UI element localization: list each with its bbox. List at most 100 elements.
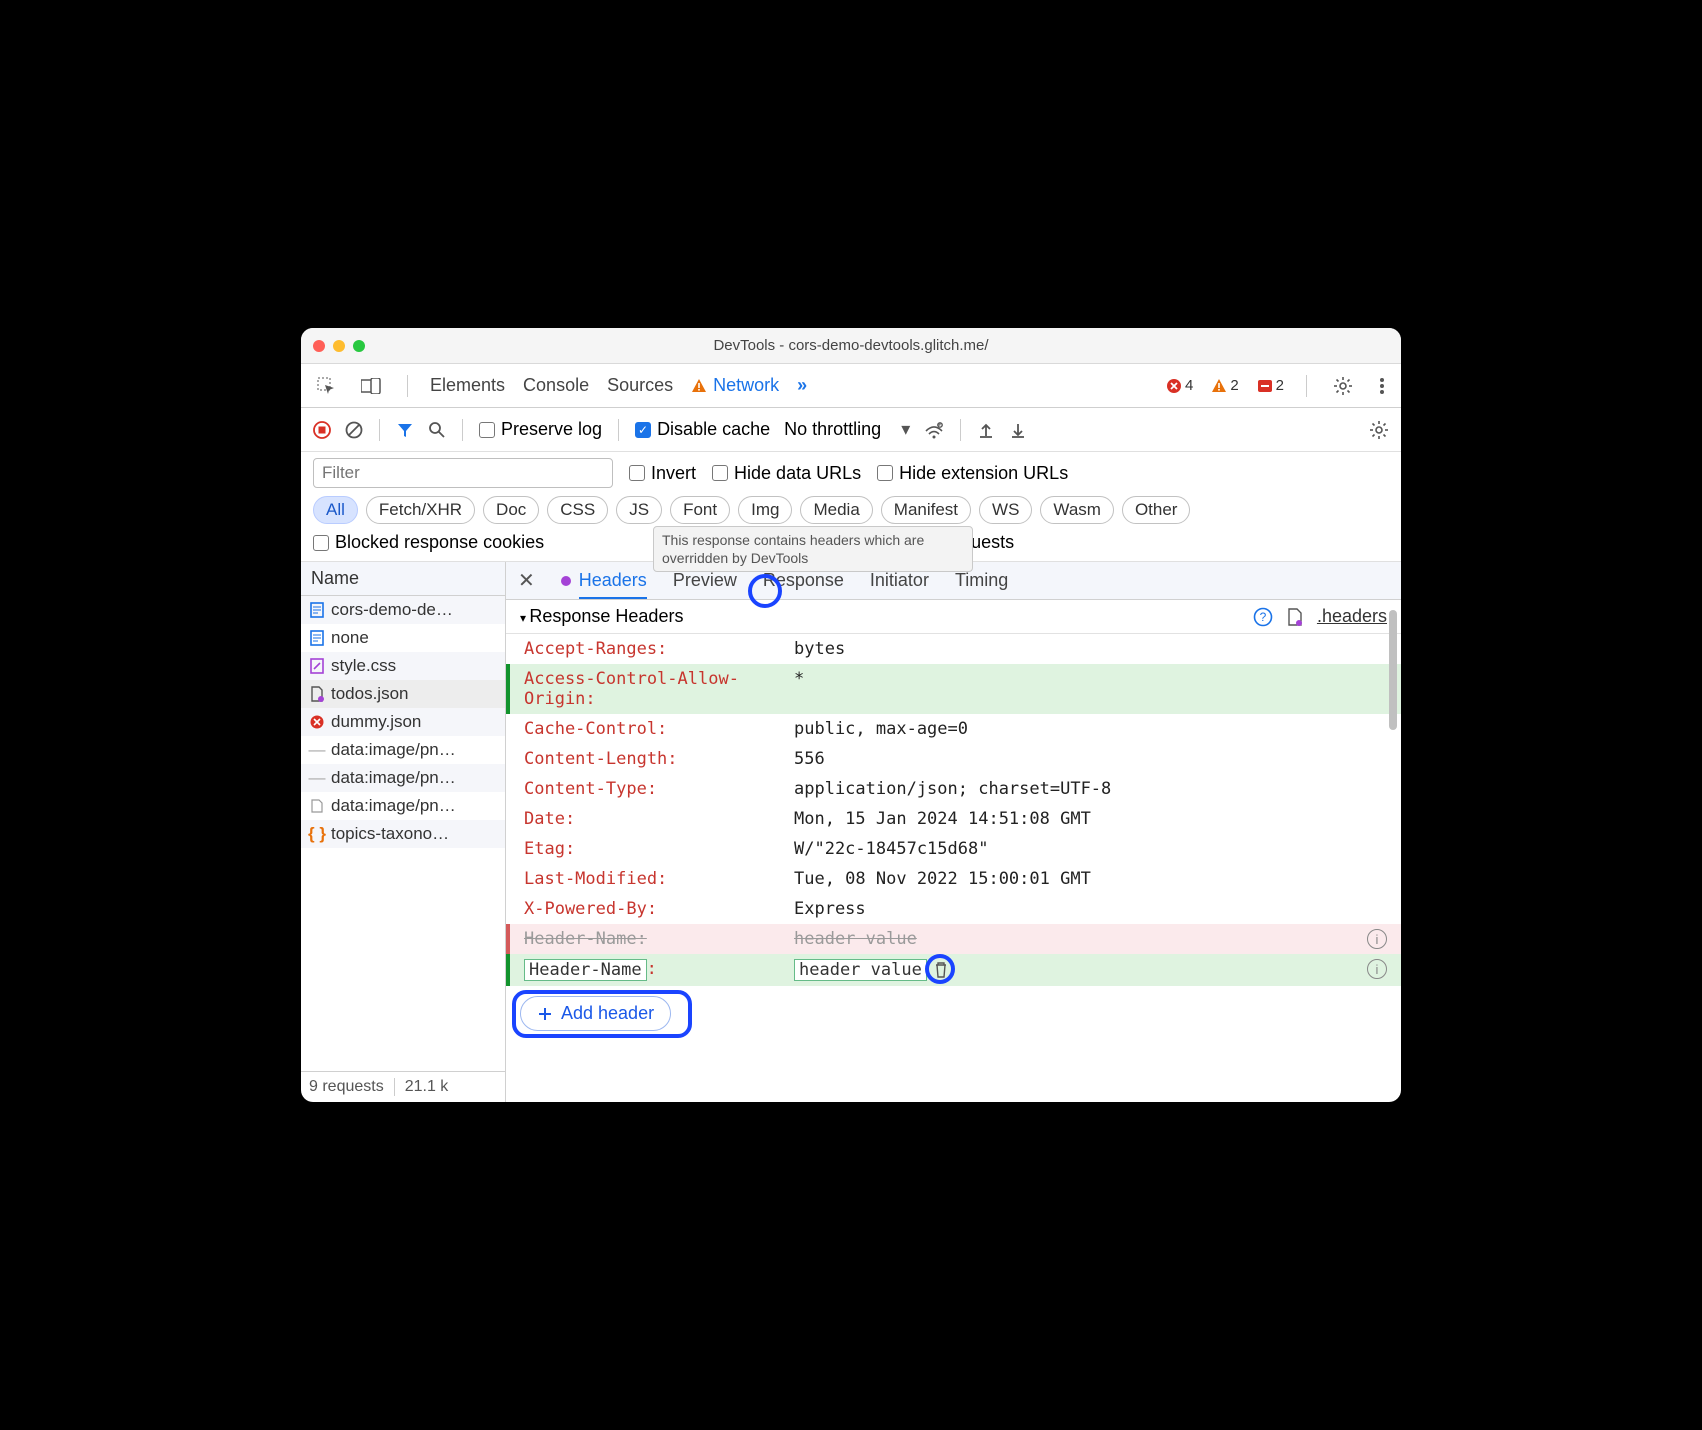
- transfer-size: 21.1 k: [405, 1078, 449, 1096]
- device-toolbar-icon[interactable]: [357, 376, 385, 396]
- checkbox-icon: [313, 535, 329, 551]
- minimize-window-icon[interactable]: [333, 340, 345, 352]
- divider: [407, 375, 408, 397]
- request-row[interactable]: —data:image/pn…: [301, 764, 505, 792]
- zoom-window-icon[interactable]: [353, 340, 365, 352]
- checkbox-icon: [629, 465, 645, 481]
- filter-input[interactable]: [313, 458, 613, 488]
- header-key: Content-Length:: [524, 749, 784, 769]
- tab-timing[interactable]: Timing: [955, 570, 1008, 591]
- export-har-icon[interactable]: [1009, 421, 1027, 439]
- header-value: *: [794, 669, 1387, 689]
- header-key: Date:: [524, 809, 784, 829]
- header-row: Accept-Ranges:bytes: [506, 634, 1401, 664]
- header-value: Tue, 08 Nov 2022 15:00:01 GMT: [794, 869, 1387, 889]
- search-icon[interactable]: [428, 421, 446, 439]
- clear-button[interactable]: [345, 421, 363, 439]
- settings-gear-icon[interactable]: [1329, 374, 1357, 398]
- chip-font[interactable]: Font: [670, 496, 730, 524]
- chip-ws[interactable]: WS: [979, 496, 1032, 524]
- preserve-log-toggle[interactable]: Preserve log: [479, 419, 602, 440]
- invert-toggle[interactable]: Invert: [629, 463, 696, 484]
- header-value: Mon, 15 Jan 2024 14:51:08 GMT: [794, 809, 1387, 829]
- import-har-icon[interactable]: [977, 421, 995, 439]
- hide-extension-urls-toggle[interactable]: Hide extension URLs: [877, 463, 1068, 484]
- disable-cache-toggle[interactable]: Disable cache: [635, 419, 770, 440]
- request-row[interactable]: { } topics-taxono…: [301, 820, 505, 848]
- chip-img[interactable]: Img: [738, 496, 792, 524]
- chip-css[interactable]: CSS: [547, 496, 608, 524]
- tab-preview[interactable]: Preview: [673, 570, 737, 591]
- error-count[interactable]: 4: [1166, 377, 1193, 394]
- header-key: Content-Type:: [524, 779, 784, 799]
- tab-network[interactable]: Network: [691, 375, 779, 396]
- issues-count[interactable]: 2: [1257, 377, 1284, 394]
- info-icon[interactable]: i: [1367, 959, 1387, 979]
- hide-data-urls-toggle[interactable]: Hide data URLs: [712, 463, 861, 484]
- chip-media[interactable]: Media: [800, 496, 872, 524]
- filter-icon[interactable]: [396, 421, 414, 439]
- close-details-icon[interactable]: ✕: [518, 568, 535, 593]
- close-window-icon[interactable]: [313, 340, 325, 352]
- tab-initiator[interactable]: Initiator: [870, 570, 929, 591]
- warning-count[interactable]: 2: [1211, 377, 1238, 394]
- network-conditions-icon[interactable]: [924, 421, 944, 439]
- override-tooltip: This response contains headers which are…: [653, 526, 973, 572]
- name-column-header[interactable]: Name: [301, 562, 505, 596]
- blocked-cookies-toggle[interactable]: Blocked response cookies: [313, 532, 544, 553]
- tab-headers[interactable]: Headers: [579, 570, 647, 599]
- section-title: Response Headers: [520, 606, 683, 627]
- header-row: Content-Length:556: [506, 744, 1401, 774]
- request-name: style.css: [331, 656, 396, 676]
- response-headers-section[interactable]: Response Headers ? .headers: [506, 600, 1401, 634]
- request-type-icon: [309, 602, 325, 618]
- inspect-icon[interactable]: [313, 375, 339, 397]
- request-name: none: [331, 628, 369, 648]
- info-icon[interactable]: i: [1367, 929, 1387, 949]
- divider: [1306, 375, 1307, 397]
- header-value: W/"22c-18457c15d68": [794, 839, 1387, 859]
- request-row[interactable]: —data:image/pn…: [301, 736, 505, 764]
- chip-manifest[interactable]: Manifest: [881, 496, 971, 524]
- chevron-down-icon: ▾: [901, 419, 910, 440]
- tab-elements[interactable]: Elements: [430, 375, 505, 396]
- request-row[interactable]: none: [301, 624, 505, 652]
- request-row[interactable]: dummy.json: [301, 708, 505, 736]
- tabs-overflow-icon[interactable]: »: [797, 375, 807, 396]
- header-row: Cache-Control:public, max-age=0: [506, 714, 1401, 744]
- request-name: topics-taxono…: [331, 824, 449, 844]
- request-row[interactable]: data:image/pn…: [301, 792, 505, 820]
- tab-console[interactable]: Console: [523, 375, 589, 396]
- scrollbar[interactable]: [1389, 610, 1397, 730]
- override-file-icon[interactable]: [1287, 608, 1303, 626]
- chip-js[interactable]: JS: [616, 496, 662, 524]
- tab-sources[interactable]: Sources: [607, 375, 673, 396]
- tab-response[interactable]: Response: [763, 570, 844, 591]
- chip-other[interactable]: Other: [1122, 496, 1191, 524]
- request-name: data:image/pn…: [331, 740, 456, 760]
- request-row[interactable]: cors-demo-de…: [301, 596, 505, 624]
- warning-triangle-icon: [691, 378, 707, 394]
- record-button[interactable]: [313, 421, 331, 439]
- add-header-button[interactable]: Add header: [520, 996, 671, 1031]
- kebab-menu-icon[interactable]: [1375, 375, 1389, 397]
- help-icon[interactable]: ?: [1253, 607, 1273, 627]
- chip-doc[interactable]: Doc: [483, 496, 539, 524]
- chip-wasm[interactable]: Wasm: [1040, 496, 1114, 524]
- chip-fetch[interactable]: Fetch/XHR: [366, 496, 475, 524]
- header-row: Etag:W/"22c-18457c15d68": [506, 834, 1401, 864]
- chip-all[interactable]: All: [313, 496, 358, 524]
- request-row[interactable]: style.css: [301, 652, 505, 680]
- request-row[interactable]: todos.json: [301, 680, 505, 708]
- header-row: X-Powered-By:Express: [506, 894, 1401, 924]
- header-value-input[interactable]: header value: [794, 959, 927, 981]
- throttling-select[interactable]: No throttling ▾: [784, 419, 910, 440]
- headers-file-link[interactable]: .headers: [1317, 606, 1387, 627]
- removed-header-row: Header-Name: header value i: [506, 924, 1401, 954]
- panel-settings-gear-icon[interactable]: [1369, 420, 1389, 440]
- delete-header-icon[interactable]: [933, 961, 949, 979]
- resource-type-chips: All Fetch/XHR Doc CSS JS Font Img Media …: [313, 496, 1389, 524]
- header-name-input[interactable]: Header-Name: [524, 959, 647, 981]
- request-type-icon: { }: [309, 824, 325, 844]
- checkbox-checked-icon: [635, 422, 651, 438]
